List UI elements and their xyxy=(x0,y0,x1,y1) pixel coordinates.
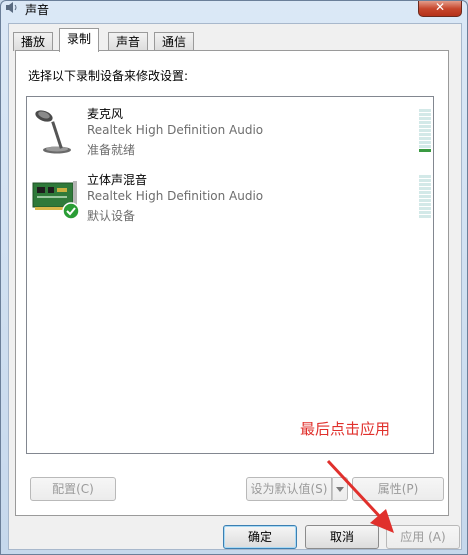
configure-button[interactable]: 配置(C) xyxy=(30,477,116,501)
ok-button[interactable]: 确定 xyxy=(223,525,297,549)
instruction-text: 选择以下录制设备来修改设置: xyxy=(28,69,189,83)
microphone-icon xyxy=(35,110,71,154)
close-button[interactable]: ✕ xyxy=(418,1,462,17)
level-meter xyxy=(419,109,431,155)
tab-recording[interactable]: 录制 xyxy=(59,28,100,52)
device-list[interactable]: 麦克风 Realtek High Definition Audio 准备就绪 立… xyxy=(26,96,434,454)
annotation-arrow-icon xyxy=(326,459,394,533)
device-name: 立体声混音 xyxy=(87,173,148,187)
device-item-stereo-mix[interactable]: 立体声混音 Realtek High Definition Audio 默认设备 xyxy=(27,169,433,229)
speaker-icon xyxy=(6,2,17,13)
device-name: 麦克风 xyxy=(87,107,124,121)
window-title: 声音 xyxy=(25,3,50,17)
device-item-microphone[interactable]: 麦克风 Realtek High Definition Audio 准备就绪 xyxy=(27,103,433,163)
annotation-text: 最后点击应用 xyxy=(300,420,391,438)
device-status: 默认设备 xyxy=(87,209,136,223)
device-driver: Realtek High Definition Audio xyxy=(87,123,264,137)
tab-playback[interactable]: 播放 xyxy=(13,32,54,51)
tab-communications[interactable]: 通信 xyxy=(154,32,195,51)
tab-sounds[interactable]: 声音 xyxy=(108,32,149,51)
level-meter xyxy=(419,175,431,221)
device-driver: Realtek High Definition Audio xyxy=(87,189,264,203)
title-bar[interactable]: 声音 ✕ xyxy=(1,1,467,17)
recording-panel: 选择以下录制设备来修改设置: 麦克风 Realtek High Definiti… xyxy=(15,50,449,516)
device-status: 准备就绪 xyxy=(87,143,136,157)
sound-card-icon xyxy=(32,181,80,220)
